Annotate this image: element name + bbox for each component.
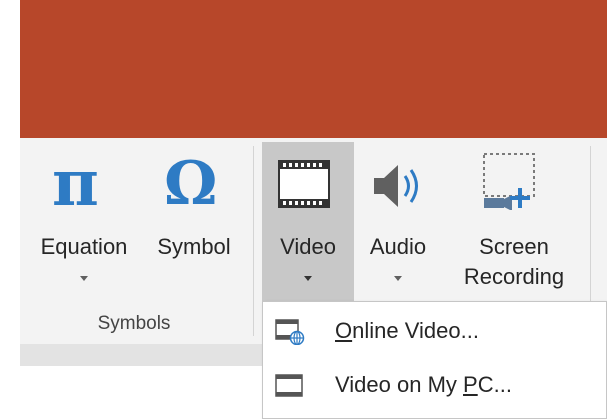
video-button[interactable]: Video xyxy=(262,142,354,302)
equation-dropdown-caret[interactable] xyxy=(80,276,88,281)
menu-item-video-on-my-pc[interactable]: Video on My PC... xyxy=(263,360,606,412)
online-video-icon xyxy=(275,319,305,345)
menu-item-label: Video on My PC... xyxy=(335,372,512,397)
menu-item-online-video[interactable]: Online Video... xyxy=(263,306,606,358)
group-label-symbols: Symbols xyxy=(97,313,171,334)
title-bar xyxy=(20,0,607,138)
film-icon xyxy=(278,160,330,208)
audio-label: Audio xyxy=(369,234,427,259)
video-label: Video xyxy=(280,234,336,259)
video-file-icon xyxy=(275,374,303,397)
menu-item-label: Online Video... xyxy=(335,318,479,343)
screen-recording-button[interactable]: Screen Recording xyxy=(444,142,584,302)
audio-dropdown-caret[interactable] xyxy=(394,276,402,281)
screen-recording-label: Screen Recording xyxy=(463,234,565,289)
speaker-icon xyxy=(374,165,418,207)
omega-icon: Ω xyxy=(164,149,218,219)
equation-button[interactable]: π Equation xyxy=(26,142,142,302)
symbol-label: Symbol xyxy=(157,234,231,259)
pi-icon: π xyxy=(52,146,99,221)
audio-button[interactable]: Audio xyxy=(356,142,440,302)
video-dropdown-caret[interactable] xyxy=(304,276,312,281)
video-dropdown-menu: Online Video... Video on My PC... xyxy=(262,301,607,419)
screen-recording-icon xyxy=(483,153,535,210)
symbol-button[interactable]: Ω Symbol xyxy=(146,142,242,302)
equation-label: Equation xyxy=(40,234,128,259)
group-divider xyxy=(253,146,254,336)
